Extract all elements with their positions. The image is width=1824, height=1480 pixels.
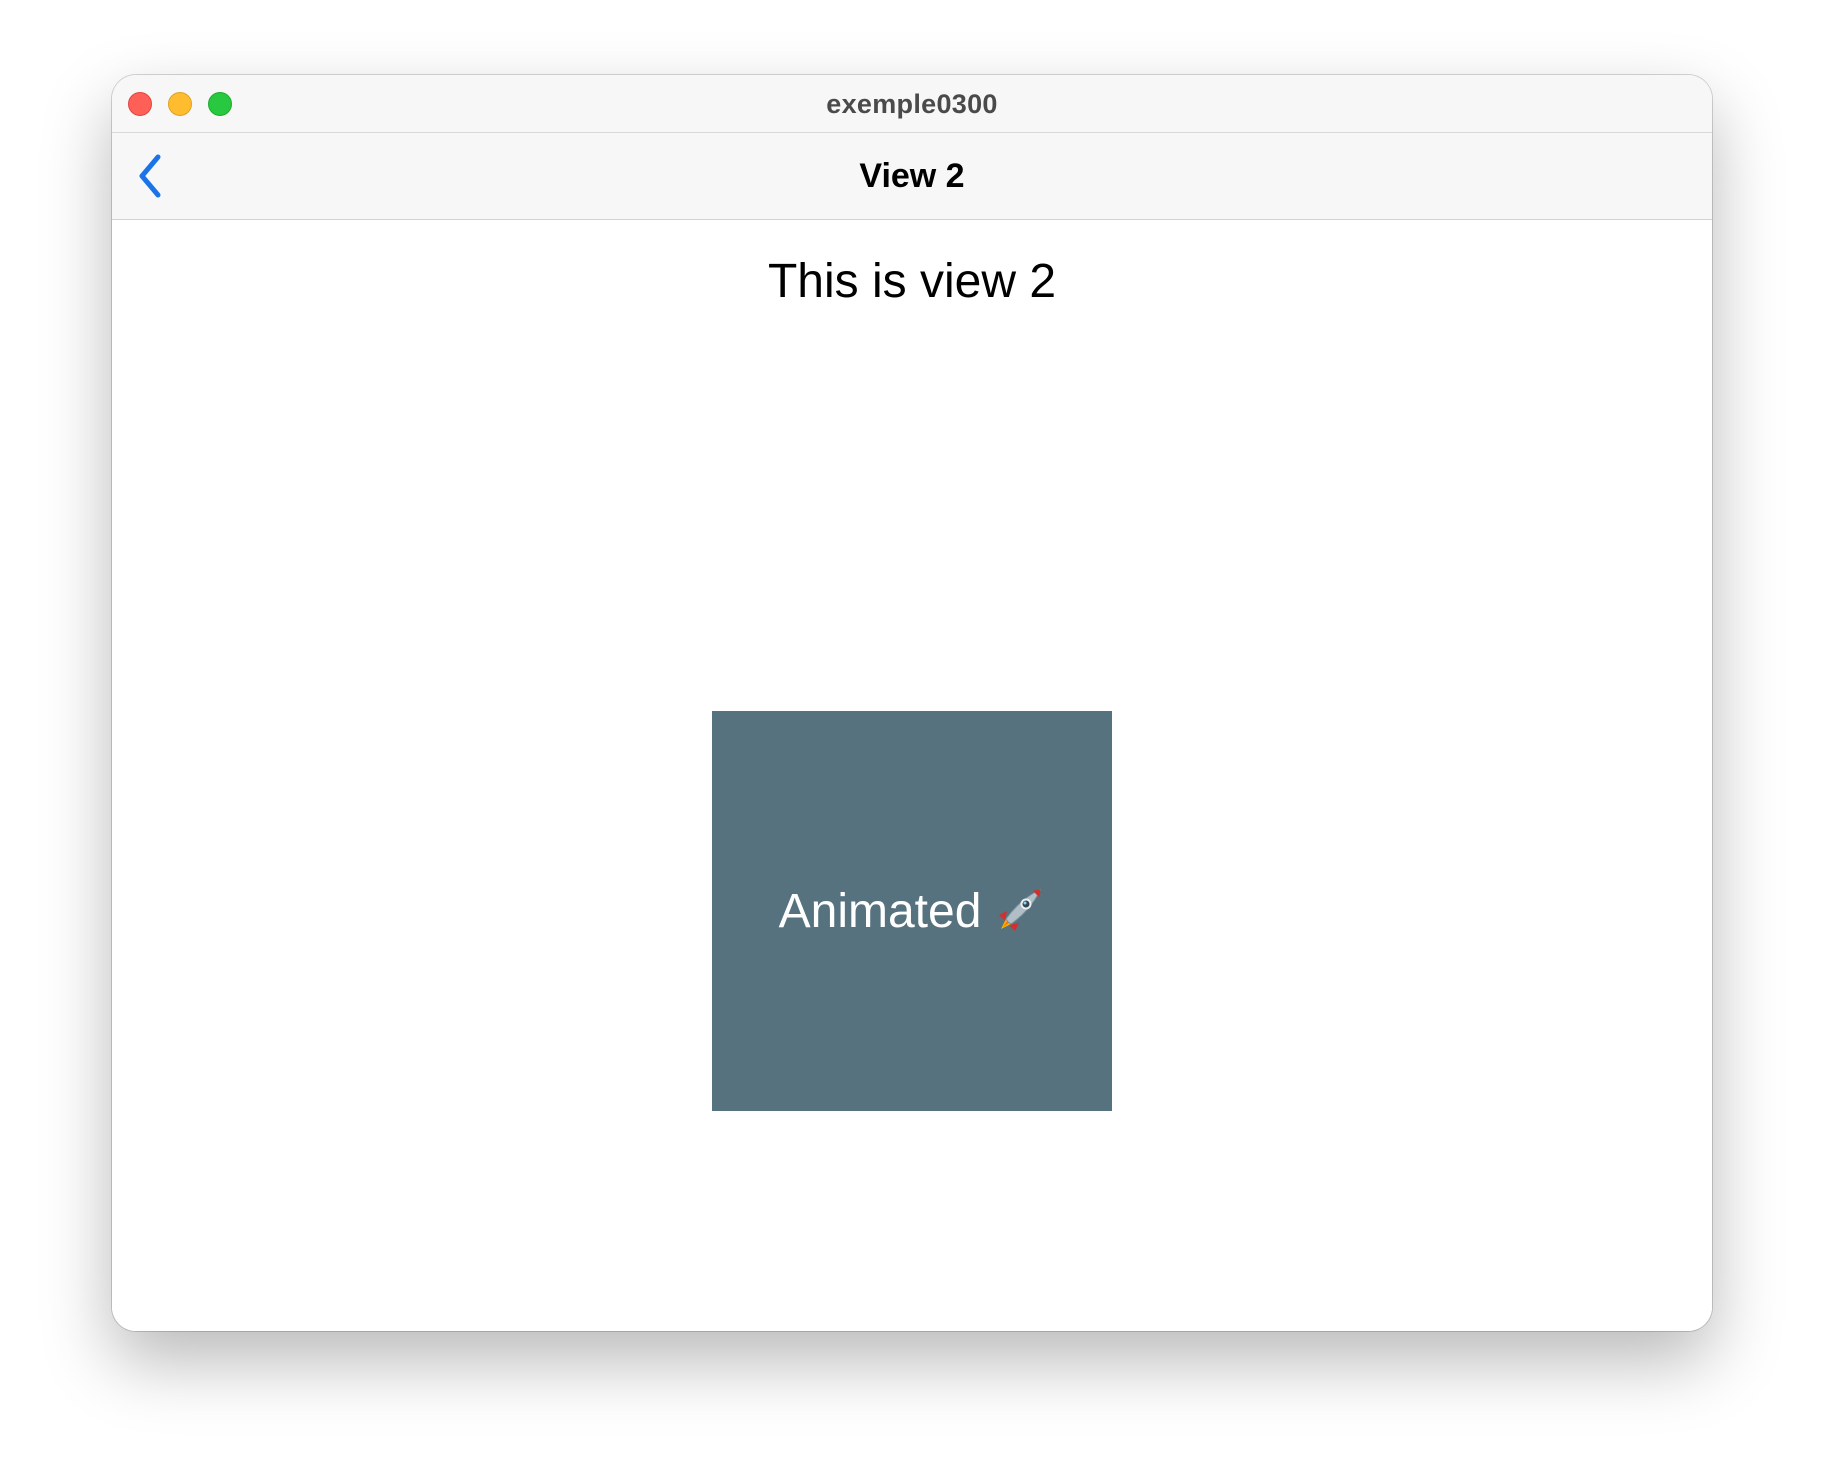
- main-content: This is view 2 Animated: [112, 220, 1712, 1331]
- window-title: exemple0300: [826, 89, 998, 119]
- navigation-bar: View 2: [112, 133, 1712, 220]
- animated-box[interactable]: Animated: [712, 711, 1112, 1111]
- app-window: exemple0300 View 2 This is view 2 Animat…: [112, 75, 1712, 1331]
- animated-box-text: Animated: [778, 884, 982, 938]
- title-bar: exemple0300: [112, 75, 1712, 133]
- animated-box-label: Animated: [779, 884, 1046, 939]
- page-heading: This is view 2: [767, 255, 1057, 308]
- nav-title: View 2: [859, 157, 965, 195]
- rocket-icon: [999, 889, 1042, 931]
